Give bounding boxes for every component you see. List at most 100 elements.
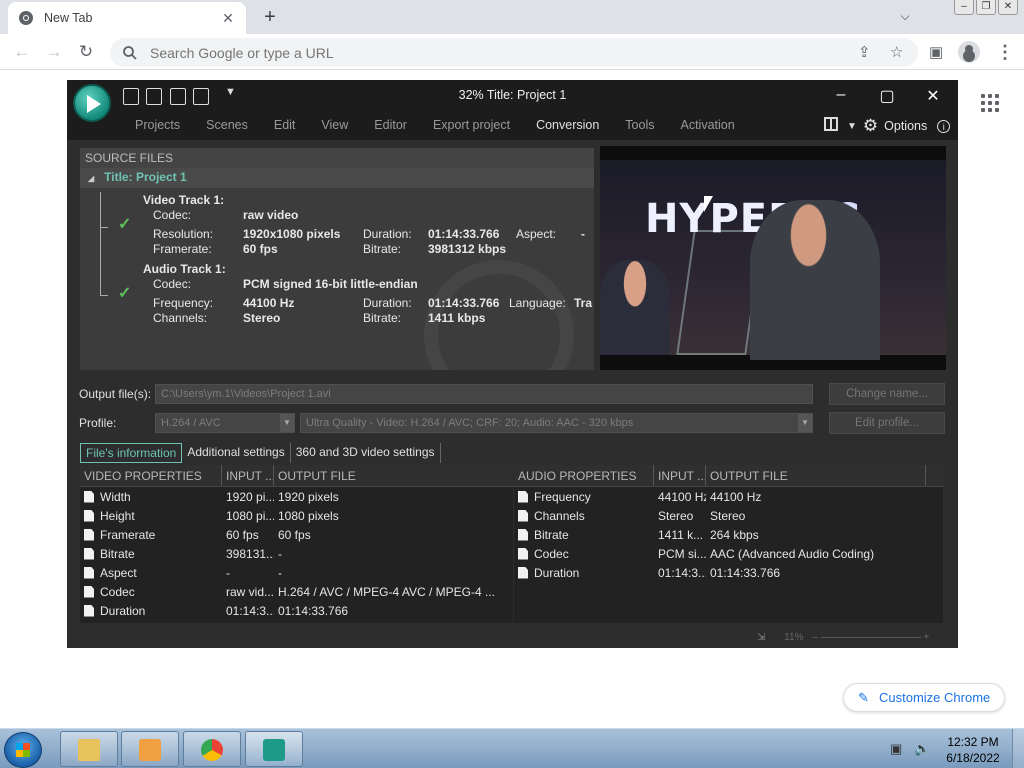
video-track-check-icon[interactable]: ✓	[118, 214, 131, 234]
source-files-header: SOURCE FILES	[80, 148, 594, 168]
omnibox[interactable]	[110, 38, 918, 67]
google-apps-icon[interactable]	[981, 94, 999, 112]
volume-icon[interactable]: 🔈	[914, 741, 930, 756]
menu-activation[interactable]: Activation	[680, 118, 734, 132]
app-close-button[interactable]: ✕	[923, 86, 943, 106]
restore-window-button[interactable]: ❐	[976, 0, 996, 15]
folder-icon	[78, 739, 100, 761]
forward-arrow-icon[interactable]: →	[42, 40, 66, 64]
edit-profile-button[interactable]: Edit profile...	[829, 412, 945, 434]
column-header[interactable]: OUTPUT FILE	[706, 465, 926, 486]
table-row[interactable]: Width 1920 pi... 1920 pixels	[80, 487, 513, 506]
menu-conversion[interactable]: Conversion	[536, 118, 599, 132]
menu-view[interactable]: View	[321, 118, 348, 132]
show-desktop-button[interactable]	[1012, 729, 1024, 768]
menu-editor[interactable]: Editor	[374, 118, 407, 132]
menu-scenes[interactable]: Scenes	[206, 118, 248, 132]
cell-text: Aspect	[100, 565, 137, 580]
chevron-down-icon[interactable]: ▼	[280, 414, 294, 432]
cell-text: 44100 Hz	[710, 489, 762, 504]
tab-files-information[interactable]: File's information	[80, 443, 183, 463]
info-icon[interactable]: i	[937, 119, 951, 133]
collapse-triangle-icon[interactable]: ◢	[88, 174, 94, 183]
chevron-down-icon[interactable]: ▼	[798, 414, 812, 432]
new-tab-button[interactable]: +	[258, 5, 282, 29]
tab-360-3d-settings[interactable]: 360 and 3D video settings	[291, 443, 441, 463]
menu-projects[interactable]: Projects	[135, 118, 180, 132]
minimize-window-button[interactable]: –	[954, 0, 974, 15]
taskbar-explorer[interactable]	[60, 731, 118, 767]
layout-icon[interactable]	[824, 117, 838, 131]
zoom-out-icon[interactable]: –	[812, 632, 818, 643]
audio-properties-table: AUDIO PROPERTIES INPUT ... OUTPUT FILE F…	[514, 465, 943, 623]
menu-edit[interactable]: Edit	[274, 118, 296, 132]
bookmark-star-icon[interactable]: ☆	[890, 43, 903, 61]
column-header[interactable]: INPUT ...	[222, 465, 274, 486]
table-cell: 01:14:3...	[654, 566, 706, 580]
table-row[interactable]: Bitrate 1411 k... 264 kbps	[514, 525, 943, 544]
table-row[interactable]: Aspect - -	[80, 563, 513, 582]
menu-tools[interactable]: Tools	[625, 118, 654, 132]
table-row[interactable]: Channels Stereo Stereo	[514, 506, 943, 525]
tree-line	[100, 228, 108, 296]
project-tree-item[interactable]: ◢ Title: Project 1	[80, 168, 594, 188]
table-cell: Stereo	[654, 509, 706, 523]
cell-text: 01:14:33.766	[278, 603, 349, 618]
zoom-control[interactable]: ⇲ 11% – +	[757, 632, 929, 643]
change-name-button[interactable]: Change name...	[829, 383, 945, 405]
close-tab-icon[interactable]: ✕	[220, 10, 236, 26]
options-label: Options	[884, 119, 928, 133]
profile-codec-select[interactable]: H.264 / AVC ▼	[155, 413, 295, 433]
layout-dropdown-icon[interactable]: ▼	[847, 121, 857, 132]
customize-chrome-button[interactable]: ✎ Customize Chrome	[843, 683, 1006, 712]
network-icon[interactable]: ▣	[890, 741, 906, 756]
app-minimize-button[interactable]: –	[831, 86, 851, 104]
table-row[interactable]: Frequency 44100 Hz 44100 Hz	[514, 487, 943, 506]
video-preview[interactable]: HYPERPC	[600, 146, 946, 370]
table-cell: Duration	[514, 566, 654, 580]
column-header[interactable]: VIDEO PROPERTIES	[80, 465, 222, 486]
options-button[interactable]: ▼ ⚙ Options i	[847, 116, 951, 136]
app-maximize-button[interactable]: ▢	[877, 86, 897, 106]
table-cell: Framerate	[80, 528, 222, 542]
chrome-menu-icon[interactable]: ⋮	[996, 42, 1014, 62]
column-header[interactable]: AUDIO PROPERTIES	[514, 465, 654, 486]
start-button[interactable]	[4, 732, 42, 768]
close-window-button[interactable]: ✕	[998, 0, 1018, 15]
profile-avatar-icon[interactable]	[958, 41, 980, 63]
taskbar-video-converter[interactable]	[245, 731, 303, 767]
tree-line	[100, 192, 108, 228]
browser-tab[interactable]: New Tab ✕	[8, 2, 246, 34]
reload-icon[interactable]: ↻	[74, 40, 98, 64]
back-arrow-icon[interactable]: ←	[10, 40, 34, 64]
table-cell: Bitrate	[80, 547, 222, 561]
cell-text: 398131...	[226, 546, 274, 561]
profile-preset-select[interactable]: Ultra Quality - Video: H.264 / AVC; CRF:…	[300, 413, 813, 433]
tab-additional-settings[interactable]: Additional settings	[182, 443, 291, 463]
menu-export-project[interactable]: Export project	[433, 118, 510, 132]
taskbar-media-player[interactable]	[121, 731, 179, 767]
taskbar-chrome[interactable]	[183, 731, 241, 767]
table-row[interactable]: Codec raw vid... H.264 / AVC / MPEG-4 AVC …	[80, 582, 513, 601]
zoom-slider[interactable]	[820, 636, 921, 638]
column-header[interactable]: INPUT ...	[654, 465, 706, 486]
column-header[interactable]: OUTPUT FILE	[274, 465, 513, 486]
zoom-in-icon[interactable]: +	[923, 632, 929, 643]
audio-track-check-icon[interactable]: ✓	[118, 283, 131, 303]
table-row[interactable]: Codec PCM si... AAC (Advanced Audio Coding…	[514, 544, 943, 563]
omnibox-input[interactable]	[150, 44, 906, 61]
table-row[interactable]: Duration 01:14:3... 01:14:33.766	[80, 601, 513, 620]
system-clock[interactable]: 12:32 PM 6/18/2022	[942, 734, 1004, 766]
cell-text: 1080 pi...	[226, 508, 274, 523]
cell-text: Framerate	[100, 527, 156, 542]
share-icon[interactable]: ⇪	[858, 43, 871, 61]
table-row[interactable]: Duration 01:14:3... 01:14:33.766	[514, 563, 943, 582]
tab-search-chevron-icon[interactable]: ⌵	[896, 7, 914, 25]
table-row[interactable]: Height 1080 pi... 1080 pixels	[80, 506, 513, 525]
table-row[interactable]: Framerate 60 fps 60 fps	[80, 525, 513, 544]
frequency-value: 44100 Hz	[243, 296, 295, 310]
side-panel-icon[interactable]: ▣	[929, 43, 943, 61]
resize-grip-icon[interactable]: ⇲	[757, 632, 765, 643]
output-path-field[interactable]: C:\Users\ym.1\Videos\Project 1.avi	[155, 384, 813, 404]
table-row[interactable]: Bitrate 398131... -	[80, 544, 513, 563]
